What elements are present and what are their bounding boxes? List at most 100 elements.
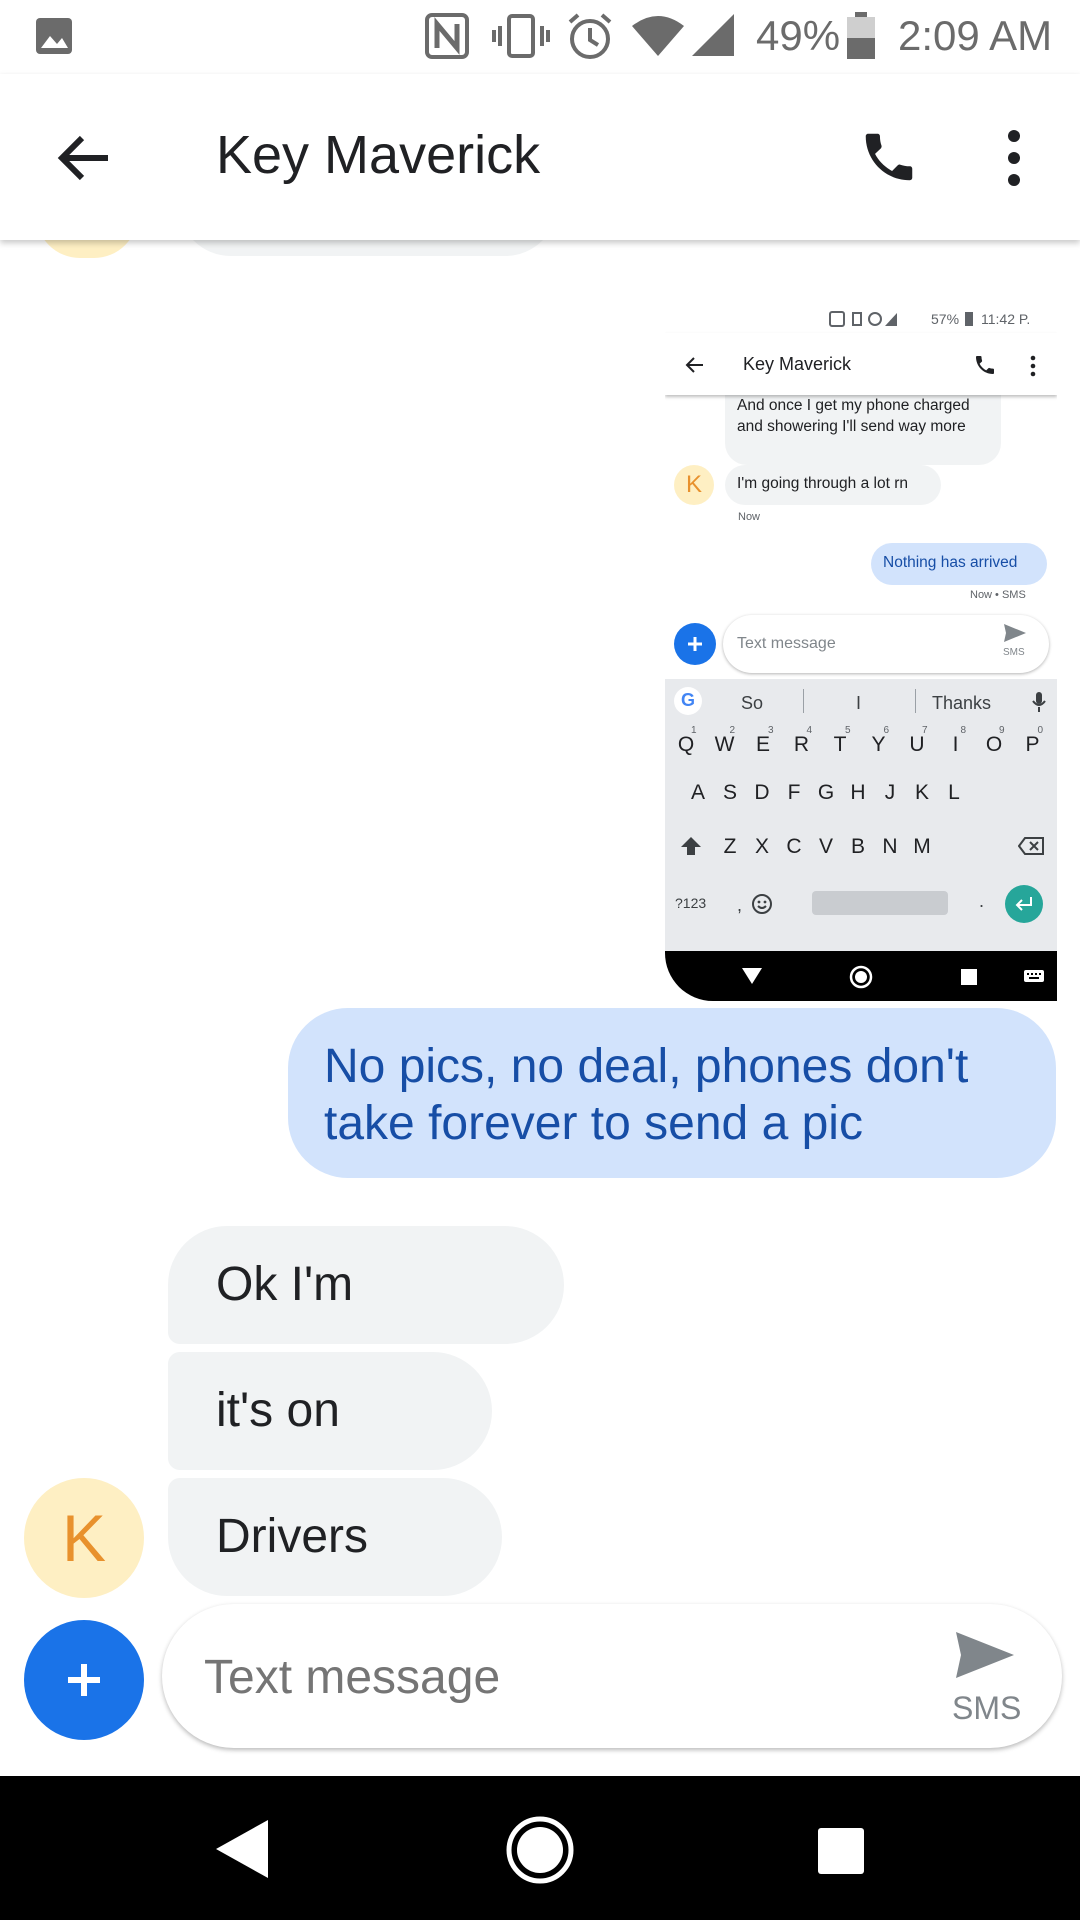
mini-enter-icon xyxy=(1015,897,1032,911)
send-button[interactable]: SMS xyxy=(932,1624,1042,1734)
battery-percentage: 49% xyxy=(756,12,841,59)
mini-key: Y xyxy=(871,733,886,756)
mini-outgoing-meta: Now • SMS xyxy=(970,589,1026,601)
image-attachment[interactable]: 57% 11:42 P. Key Maverick And once I get… xyxy=(665,303,1057,1001)
back-arrow-icon[interactable] xyxy=(56,130,112,186)
mini-phone-icon xyxy=(976,356,994,374)
mini-suggestion-3: Thanks xyxy=(932,693,992,713)
mini-key: G xyxy=(817,781,835,804)
incoming-message-bubble[interactable]: Ok I'm sending xyxy=(168,1226,564,1429)
nav-recents-icon[interactable] xyxy=(818,1828,864,1874)
contact-avatar[interactable]: K xyxy=(24,1478,144,1598)
plus-icon xyxy=(68,1664,100,1696)
mini-nav-back-icon xyxy=(742,968,762,984)
alarm-icon xyxy=(568,13,612,59)
mini-incoming-text-1: And once I get my phone charged and show… xyxy=(737,397,970,435)
mini-incoming-bubble-1: And once I get my phone charged and show… xyxy=(725,383,1001,465)
mini-keyboard-row-3: ZXCVBNM xyxy=(665,835,1057,885)
mini-emoji-icon xyxy=(752,894,772,914)
mini-key: Z xyxy=(723,835,737,858)
mini-title: Key Maverick xyxy=(743,354,852,374)
mini-mic-icon xyxy=(1032,692,1046,712)
mini-backspace-icon xyxy=(1018,837,1044,855)
mini-comma-key: , xyxy=(737,895,743,915)
add-attachment-button[interactable] xyxy=(24,1620,144,1740)
mini-key: E xyxy=(755,733,770,756)
mini-incoming-bubble-2: I'm going through a lot rn xyxy=(725,465,941,505)
wifi-icon xyxy=(632,16,684,56)
mini-nav-bar xyxy=(665,951,1057,1001)
mini-key-number: 0 xyxy=(1037,725,1044,736)
gallery-notification-icon xyxy=(36,18,72,54)
mini-keyboard-row-4: ?123 , . xyxy=(665,885,1057,935)
mini-symbols-key: ?123 xyxy=(675,895,707,911)
mini-key-number: 1 xyxy=(691,725,697,736)
mini-key: X xyxy=(754,835,769,858)
mini-key: C xyxy=(786,835,802,858)
mini-google-icon: G xyxy=(674,687,702,715)
mini-key: J xyxy=(884,781,896,804)
outgoing-message-bubble[interactable]: No pics, no deal, phones don't take fore… xyxy=(288,1008,1056,1178)
mini-key: I xyxy=(952,733,959,756)
outgoing-message-text: No pics, no deal, phones don't take fore… xyxy=(324,1040,969,1150)
mini-key: L xyxy=(948,781,960,804)
mini-key: S xyxy=(722,781,737,804)
send-label: SMS xyxy=(952,1690,1022,1726)
mini-status-bar: 57% 11:42 P. xyxy=(665,303,1057,333)
mini-key: Q xyxy=(677,733,695,756)
text-message-input[interactable] xyxy=(202,1640,906,1714)
mini-key-number: 8 xyxy=(960,725,967,736)
mini-key-number: 9 xyxy=(999,725,1005,736)
mini-nav-home-icon xyxy=(849,965,873,989)
mini-key: U xyxy=(909,733,925,756)
mini-battery-icon xyxy=(965,312,973,326)
mini-key: M xyxy=(913,835,931,858)
mini-suggestion-1: So xyxy=(741,693,764,713)
mini-period-key: . xyxy=(979,891,985,911)
incoming-message-bubble[interactable]: Drivers side xyxy=(168,1478,502,1681)
mini-plus-icon xyxy=(688,637,702,651)
nav-home-icon[interactable] xyxy=(506,1816,574,1884)
mini-key: V xyxy=(818,835,833,858)
mini-key: P xyxy=(1025,733,1040,756)
nfc-icon xyxy=(425,13,469,59)
mini-more-icon xyxy=(1030,355,1036,377)
mini-key: T xyxy=(833,733,847,756)
mini-suggestion-divider xyxy=(803,689,804,713)
mini-composer-placeholder: Text message xyxy=(737,635,836,652)
mini-key: R xyxy=(793,733,810,756)
mini-key-number: 6 xyxy=(883,725,890,736)
mini-nav-recents-icon xyxy=(961,969,977,985)
mini-key-number: 7 xyxy=(922,725,928,736)
mini-suggestion-divider xyxy=(915,689,916,713)
mini-clock: 11:42 P. xyxy=(981,311,1031,327)
message-bubble-partial xyxy=(178,240,558,256)
mini-key: N xyxy=(882,835,898,858)
mini-composer: Text message SMS xyxy=(723,615,1049,673)
mini-app-bar: Key Maverick xyxy=(665,333,1057,395)
system-navigation-bar xyxy=(0,1776,1080,1920)
vibrate-icon xyxy=(492,14,550,58)
mini-key-number: 3 xyxy=(768,725,774,736)
mini-key-number: 2 xyxy=(729,725,736,736)
clock: 2:09 AM xyxy=(898,12,1053,59)
mini-outgoing-text: Nothing has arrived xyxy=(883,554,1018,571)
battery-icon xyxy=(847,12,875,59)
more-options-icon[interactable] xyxy=(996,126,1032,190)
status-bar: 49% 2:09 AM xyxy=(0,0,1080,74)
mini-key: B xyxy=(850,835,865,858)
phone-call-icon[interactable] xyxy=(858,126,920,188)
mini-key: H xyxy=(850,781,866,804)
message-composer: SMS xyxy=(162,1604,1062,1748)
mini-key: K xyxy=(914,781,929,804)
mini-spacebar xyxy=(812,891,948,915)
mini-incoming-meta: Now xyxy=(738,511,761,523)
nav-back-icon[interactable] xyxy=(214,1818,270,1880)
mini-plus-button xyxy=(674,623,716,665)
incoming-message-bubble[interactable]: it's on snap xyxy=(168,1352,492,1555)
mini-send-label: SMS xyxy=(1003,647,1025,658)
mini-key: A xyxy=(690,781,705,804)
mini-battery-text: 57% xyxy=(931,311,960,327)
mini-status-icons xyxy=(829,311,897,327)
mini-key-number: 4 xyxy=(806,725,813,736)
